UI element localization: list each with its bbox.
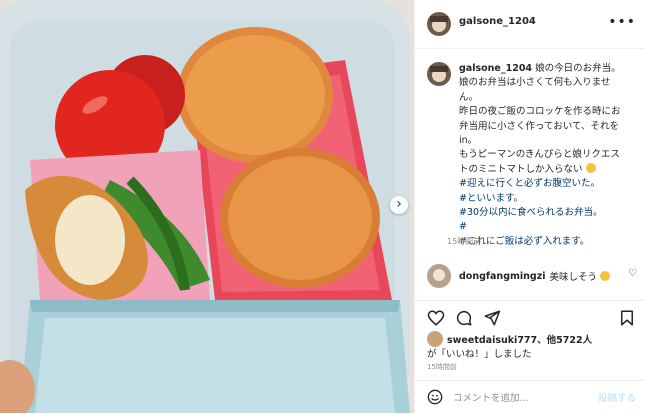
share-paper-plane-icon[interactable]: [483, 309, 501, 327]
avatar-image: [427, 62, 451, 86]
commenter-avatar[interactable]: [427, 264, 451, 288]
emoji-smile-icon[interactable]: [427, 389, 443, 405]
comment-input[interactable]: [451, 388, 590, 408]
liker-username[interactable]: sweetdaisuki777: [447, 335, 537, 346]
post-caption: galsone_1204 娘の今日のお弁当。 娘のお弁当は小さくて何も入りませ …: [427, 62, 632, 249]
smiling-emoji-icon: [585, 162, 596, 173]
post-actions: [415, 300, 645, 329]
post-comment-button[interactable]: 投稿する: [598, 390, 636, 404]
caption-line: 娘のお弁当は小さくて何も入りませ: [459, 77, 611, 89]
caption-username[interactable]: galsone_1204: [459, 63, 532, 74]
liker-avatar[interactable]: [427, 331, 443, 347]
caption-timestamp: 15時間前: [447, 237, 482, 246]
more-options-icon[interactable]: •••: [608, 14, 636, 30]
caption-line: in。: [459, 135, 478, 147]
likes-summary: sweetdaisuki777、他5722人 が「いいね！」しました: [427, 331, 637, 362]
commenter-username[interactable]: dongfangmingzi: [459, 271, 546, 282]
post-header: galsone_1204 •••: [415, 0, 645, 49]
hashtag[interactable]: #といいます。: [459, 192, 632, 206]
caption-line: もうピーマンのきんぴらと娘リクエス: [459, 149, 620, 161]
post-sidebar: galsone_1204 ••• galsone_1204 娘の今日のお弁当。: [414, 0, 645, 413]
caption-line: 弁当用に小さく作っておいて、それを: [459, 120, 619, 132]
hashtag[interactable]: #30分以内に食べられるお弁当。: [459, 206, 632, 220]
next-photo-button[interactable]: ›: [390, 196, 408, 214]
author-avatar[interactable]: [427, 12, 451, 36]
comment-row: dongfangmingzi 美味しそう ♡: [427, 262, 637, 290]
instagram-post-view: › galsone_1204 ••• galsone_1204 娘の今日のお弁当…: [0, 0, 645, 413]
author-username[interactable]: galsone_1204: [459, 16, 536, 27]
hashtag[interactable]: #これにご飯は必ず入れます。: [459, 235, 632, 249]
post-photo[interactable]: ›: [0, 0, 414, 413]
post-timestamp: 15時間前: [427, 363, 457, 371]
caption-avatar[interactable]: [427, 62, 451, 86]
hashtag[interactable]: #迎えに行くと必ずお腹空いた。: [459, 177, 632, 191]
comment-text: 美味しそう: [549, 272, 598, 283]
caption-body: galsone_1204 娘の今日のお弁当。 娘のお弁当は小さくて何も入りませ …: [459, 62, 632, 249]
add-comment-bar: 投稿する: [415, 380, 645, 414]
caption-line: ん。: [459, 91, 479, 103]
caption-line: 娘の今日のお弁当。: [535, 63, 621, 74]
bento-photo-illustration: [0, 0, 414, 413]
caption-line: トのミニトマトしか入らない: [459, 163, 583, 175]
avatar-image: [427, 264, 451, 288]
save-bookmark-icon[interactable]: [618, 309, 636, 327]
likes-others[interactable]: 、他5722人: [537, 335, 592, 346]
like-heart-icon[interactable]: [427, 309, 445, 327]
likes-suffix: が「いいね！」しました: [427, 349, 532, 360]
avatar-image: [427, 12, 451, 36]
caption-line: 昨日の夜ご飯のコロッケを作る時にお: [459, 106, 621, 118]
chevron-right-icon: ›: [396, 196, 402, 212]
comment-bubble-icon[interactable]: [455, 309, 473, 327]
like-comment-heart-icon[interactable]: ♡: [628, 268, 637, 279]
grinning-emoji-icon: [600, 271, 611, 281]
hashtag[interactable]: #: [459, 220, 632, 234]
